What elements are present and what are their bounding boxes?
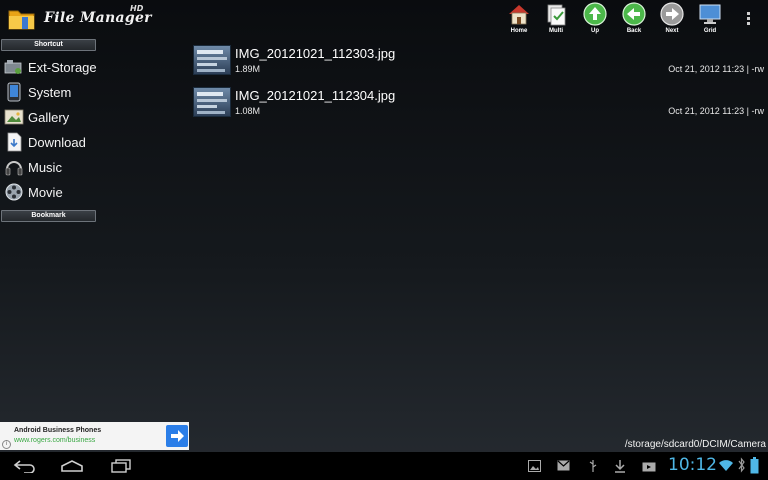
status-clock[interactable]: 10:12 (668, 455, 717, 475)
file-list-item[interactable]: IMG_20121021_112303.jpg 1.89M Oct 21, 20… (193, 45, 768, 79)
download-notification-icon[interactable] (614, 459, 626, 473)
back-nav-icon[interactable] (12, 459, 36, 473)
next-button[interactable]: Next (656, 2, 688, 38)
sidebar-item-label: Gallery (28, 110, 70, 125)
app-logo: File Manager HD (8, 4, 158, 34)
download-icon (7, 132, 22, 152)
sidebar-item-movie[interactable]: Movie (2, 180, 186, 204)
overflow-menu-icon[interactable] (744, 12, 752, 28)
arrow-back-icon (622, 2, 646, 26)
sidebar-item-label: Ext-Storage (28, 60, 97, 75)
sidebar-item-label: Download (28, 135, 86, 150)
ad-go-button[interactable] (166, 425, 188, 447)
top-toolbar: File Manager HD Home Multi Up Back Next … (0, 0, 768, 38)
usb-debug-icon[interactable] (588, 459, 598, 473)
picture-notification-icon[interactable] (528, 460, 541, 472)
arrow-right-icon (171, 430, 184, 442)
ext-storage-icon (4, 60, 22, 74)
file-name: IMG_20121021_112303.jpg (235, 46, 396, 61)
image-thumbnail (193, 87, 231, 117)
sidebar-item-label: Music (28, 160, 62, 175)
back-label: Back (626, 28, 642, 34)
bluetooth-icon (738, 457, 745, 473)
store-notification-icon[interactable] (642, 460, 656, 472)
image-thumbnail (193, 45, 231, 75)
battery-icon (750, 457, 759, 474)
grid-label: Grid (703, 28, 717, 34)
ad-title: Android Business Phones (14, 427, 102, 434)
sidebar-item-system[interactable]: System (2, 80, 186, 104)
up-button[interactable]: Up (579, 2, 611, 38)
sidebar-item-label: System (28, 85, 72, 100)
home-nav-icon[interactable] (60, 460, 84, 472)
ad-banner[interactable]: i Android Business Phones www.rogers.com… (0, 422, 189, 450)
sidebar-item-ext-storage[interactable]: Ext-Storage (2, 55, 186, 79)
sidebar-item-label: Movie (28, 185, 63, 200)
home-icon (509, 5, 529, 25)
back-button[interactable]: Back (618, 2, 650, 38)
file-meta: Oct 21, 2012 11:23 | -rw (668, 64, 764, 74)
system-phone-icon (7, 82, 21, 102)
gmail-notification-icon[interactable] (557, 460, 570, 471)
recent-apps-icon[interactable] (110, 459, 132, 473)
ad-url: www.rogers.com/business (14, 437, 96, 444)
home-label: Home (510, 28, 528, 34)
system-navigation-bar: 10:12 (0, 452, 768, 480)
app-hd-badge: HD (130, 4, 144, 13)
grid-monitor-icon (699, 4, 721, 24)
multi-button[interactable]: Multi (540, 2, 572, 38)
bookmark-header: Bookmark (1, 210, 96, 222)
arrow-up-icon (583, 2, 607, 26)
file-size: 1.08M (235, 106, 261, 116)
wifi-icon (719, 460, 733, 471)
ad-info-icon[interactable]: i (2, 440, 11, 449)
music-headphones-icon (5, 161, 23, 176)
gallery-icon (4, 109, 24, 125)
sidebar-item-download[interactable]: Download (2, 130, 186, 154)
sidebar-item-gallery[interactable]: Gallery (2, 105, 186, 129)
sidebar-item-music[interactable]: Music (2, 155, 186, 179)
up-label: Up (591, 28, 599, 34)
home-button[interactable]: Home (503, 2, 535, 38)
current-path: /storage/sdcard0/DCIM/Camera (624, 439, 766, 450)
movie-reel-icon (5, 183, 23, 201)
arrow-next-icon (660, 2, 684, 26)
shortcut-header: Shortcut (1, 39, 96, 51)
multi-select-icon (547, 4, 566, 26)
multi-label: Multi (549, 28, 563, 34)
file-name: IMG_20121021_112304.jpg (235, 88, 396, 103)
grid-button[interactable]: Grid (694, 2, 726, 38)
file-list-item[interactable]: IMG_20121021_112304.jpg 1.08M Oct 21, 20… (193, 87, 768, 121)
next-label: Next (665, 28, 679, 34)
file-size: 1.89M (235, 64, 261, 74)
folder-logo-icon (8, 10, 35, 30)
file-meta: Oct 21, 2012 11:23 | -rw (668, 106, 764, 116)
